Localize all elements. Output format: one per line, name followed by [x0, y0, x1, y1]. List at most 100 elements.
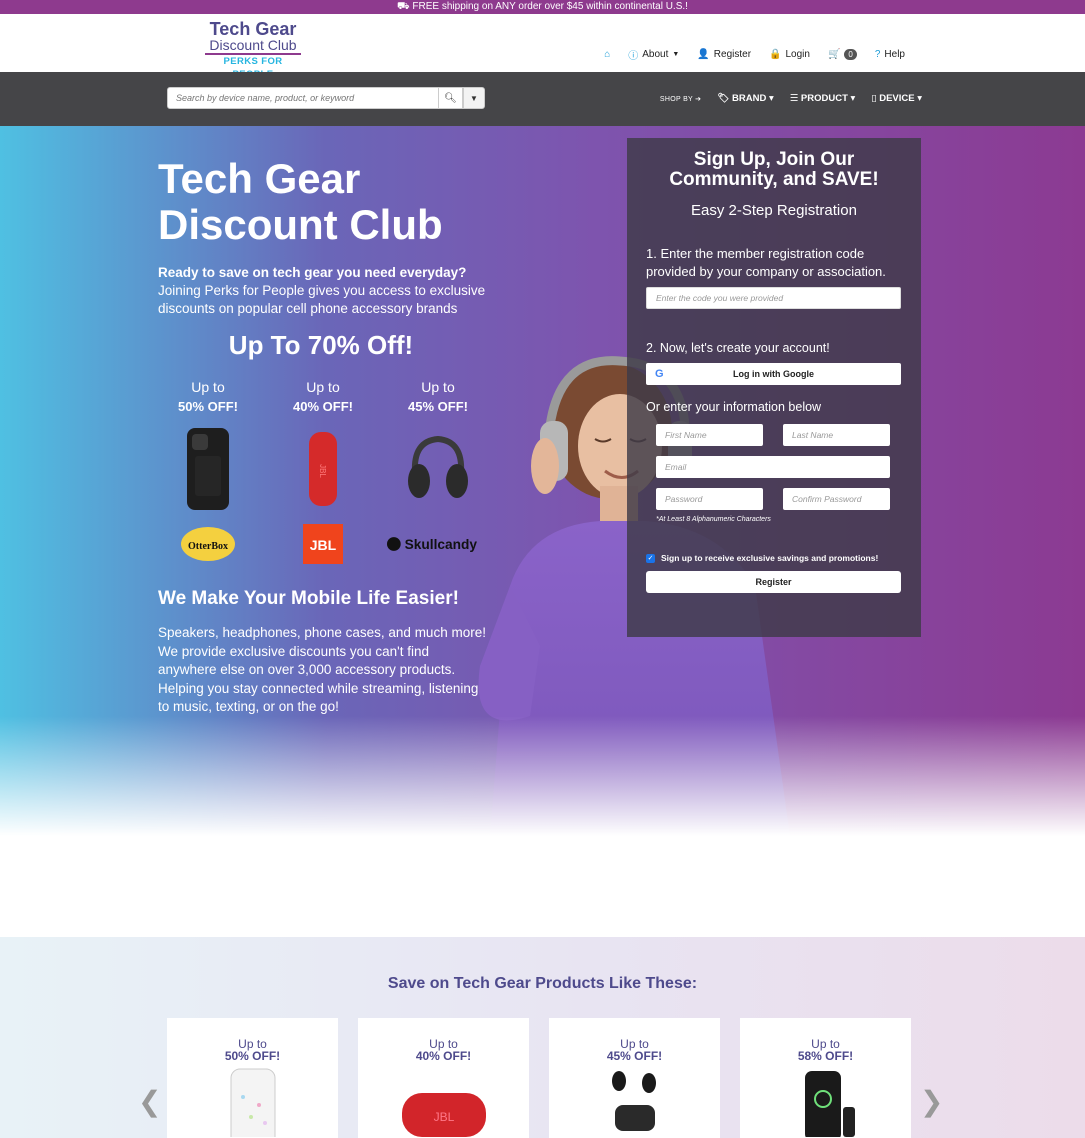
nav-login[interactable]: 🔒 Login [769, 49, 810, 60]
deal-upto: Up to [191, 379, 225, 395]
nav-home[interactable]: ⌂ [604, 49, 610, 60]
google-icon: G [655, 368, 664, 380]
search-input[interactable] [167, 87, 439, 109]
nav-about[interactable]: ⓘ About ▼ [628, 47, 679, 62]
products-title: Save on Tech Gear Products Like These: [387, 975, 698, 992]
deal-percent: 50% OFF! [178, 399, 238, 414]
hero-left-column: Tech Gear Discount Club Ready to save on… [158, 156, 488, 717]
card-percent: 40% OFF! [415, 1049, 472, 1063]
deal-upto: Up to [306, 379, 340, 395]
svg-text:JBL: JBL [310, 537, 337, 553]
registration-code-input[interactable]: Enter the code you were provided [646, 287, 901, 309]
question-icon: ? [874, 49, 881, 60]
hero-discount-headline: Up To 70% Off! [228, 330, 414, 360]
nav-help[interactable]: ? Help [875, 49, 905, 60]
hero-title: Tech Gear Discount Club [158, 155, 443, 248]
promo-text: ⛟ FREE shipping on ANY order over $45 wi… [397, 1, 688, 12]
home-icon: ⌂ [604, 49, 611, 60]
deal-upto: Up to [421, 379, 455, 395]
google-login-button[interactable]: G Log in with Google [646, 363, 901, 385]
search-group: 🔍︎ ▼ [167, 87, 485, 109]
product-card[interactable]: Up to 58% OFF! [740, 1018, 911, 1138]
deal-otterbox[interactable]: Up to 50% OFF! OtterBox [158, 379, 258, 566]
product-card[interactable]: Up to 50% OFF! [167, 1018, 338, 1138]
promo-banner: ⛟ FREE shipping on ANY order over $45 wi… [0, 0, 1085, 14]
caret-down-icon: ▼ [672, 51, 680, 58]
optin-label: Sign up to receive exclusive savings and… [661, 553, 879, 563]
deal-jbl[interactable]: Up to 40% OFF! JBL JBL [273, 379, 373, 566]
nav-login-label: Login [785, 49, 810, 60]
skullcandy-logo-icon: Skullcandy [386, 537, 478, 552]
deal-percent: 40% OFF! [293, 399, 353, 414]
chevron-left-icon: ❮ [138, 1086, 162, 1117]
site-header: Tech Gear Discount Club PERKS FOR PEOPLE… [0, 14, 1085, 80]
tag-icon: 🏷 [717, 93, 730, 104]
nav-help-label: Help [884, 49, 905, 60]
earbuds-image [611, 1071, 656, 1131]
last-name-field[interactable]: Last Name [783, 424, 890, 446]
svg-text:JBL: JBL [433, 1110, 454, 1124]
user-plus-icon: 👤 [697, 49, 710, 60]
top-nav: ⌂ ⓘ About ▼ 👤 Register 🔒 Login 🛒 0 ? Hel… [604, 47, 905, 62]
otterbox-logo-icon: OtterBox [181, 527, 235, 561]
headphones-image [408, 435, 468, 498]
clear-phone-case-image [230, 1068, 275, 1137]
email-field[interactable]: Email [656, 456, 890, 478]
hero-intro-text: Joining Perks for People gives you acces… [158, 283, 486, 316]
signup-title: Sign Up, Join Our Community, and SAVE! [669, 149, 879, 190]
shop-by-label: SHOP BY ➔ [659, 95, 702, 103]
optin-checkbox[interactable]: ✓ [646, 553, 655, 563]
logo-line1: Tech Gear [209, 19, 297, 39]
product-card[interactable]: Up to 40% OFF! JBL [358, 1018, 529, 1138]
shop-nav: SHOP BY ➔ 🏷 BRAND ▾ ☰ PRODUCT ▾ ▯ DEVICE… [660, 93, 922, 104]
shop-product-menu[interactable]: ☰ PRODUCT ▾ [790, 93, 856, 104]
lock-icon: 🔒 [769, 49, 782, 60]
hero-fade [0, 716, 1085, 836]
easier-title: We Make Your Mobile Life Easier! [158, 588, 459, 609]
carousel-next-button[interactable]: ❯ [920, 1085, 943, 1118]
svg-text:OtterBox: OtterBox [188, 541, 228, 552]
cart-icon: 🛒 [827, 49, 841, 60]
shop-brand-menu[interactable]: 🏷 BRAND ▾ [717, 93, 773, 104]
deal-columns: Up to 50% OFF! OtterBox Up to 40% OFF! J… [158, 379, 488, 566]
product-card[interactable]: Up to 45% OFF! [549, 1018, 720, 1138]
speaker-image: JBL [309, 432, 337, 506]
name-row: First Name Last Name [656, 424, 902, 446]
caret-down-icon: ▼ [470, 93, 478, 103]
register-button[interactable]: Register [646, 571, 901, 593]
signup-panel: Sign Up, Join Our Community, and SAVE! E… [627, 138, 921, 637]
nav-register[interactable]: 👤 Register [697, 49, 751, 60]
nav-cart[interactable]: 🛒 0 [828, 49, 857, 60]
jbl-logo-icon: JBL [303, 524, 343, 564]
product-cards: Up to 50% OFF! Up to 40% OFF! JBL Up to … [167, 1018, 911, 1138]
search-bar: 🔍︎ ▼ SHOP BY ➔ 🏷 BRAND ▾ ☰ PRODUCT ▾ ▯ D… [0, 72, 1085, 126]
phone-case-image [187, 428, 229, 510]
logo-line2: Discount Club [205, 38, 301, 55]
list-icon: ☰ [789, 93, 799, 104]
search-icon: 🔍︎ [444, 92, 457, 104]
products-section: Save on Tech Gear Products Like These: ❮… [0, 937, 1085, 1138]
first-name-field[interactable]: First Name [656, 424, 763, 446]
nav-about-label: About [642, 49, 669, 60]
signup-or-text: Or enter your information below [646, 400, 822, 414]
chevron-right-icon: ❯ [920, 1086, 944, 1117]
hero-section: Tech Gear Discount Club Ready to save on… [0, 126, 1085, 836]
search-button[interactable]: 🔍︎ [439, 87, 463, 109]
password-row: Password Confirm Password [656, 488, 902, 510]
shop-device-menu[interactable]: ▯ DEVICE ▾ [871, 93, 922, 104]
confirm-password-field[interactable]: Confirm Password [783, 488, 890, 510]
signup-subtitle: Easy 2-Step Registration [691, 202, 857, 219]
password-field[interactable]: Password [656, 488, 763, 510]
easier-text: Speakers, headphones, phone cases, and m… [158, 625, 486, 714]
carousel-prev-button[interactable]: ❮ [138, 1085, 161, 1118]
hero-intro-bold: Ready to save on tech gear you need ever… [158, 265, 467, 280]
optin-row: ✓ Sign up to receive exclusive savings a… [646, 553, 902, 563]
cart-count-badge: 0 [844, 49, 857, 60]
deal-percent: 45% OFF! [408, 399, 468, 414]
svg-text:Skullcandy: Skullcandy [405, 537, 478, 552]
deal-skullcandy[interactable]: Up to 45% OFF! Skullcandy [386, 379, 488, 566]
mobile-icon: ▯ [871, 93, 877, 104]
signup-step1: 1. Enter the member registration code pr… [646, 246, 886, 279]
search-dropdown-button[interactable]: ▼ [463, 87, 485, 109]
signup-step2: 2. Now, let's create your account! [646, 341, 830, 355]
